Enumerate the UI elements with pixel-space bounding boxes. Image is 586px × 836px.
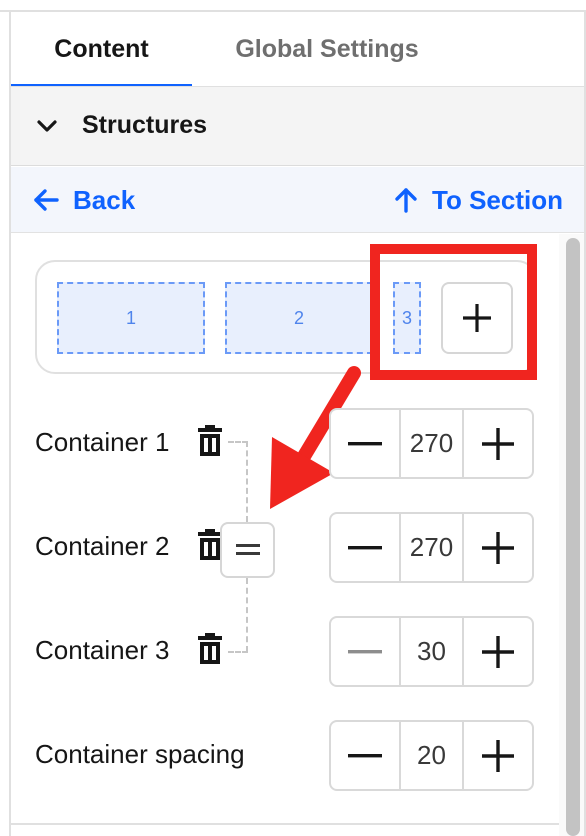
- connector-line: [246, 578, 248, 652]
- structures-accordion-header[interactable]: Structures: [11, 87, 584, 166]
- container-3-label: Container 3: [35, 635, 170, 665]
- container-1-value[interactable]: 270: [399, 410, 464, 477]
- tab-global-settings-label: Global Settings: [235, 35, 419, 63]
- container-3-value[interactable]: 30: [399, 618, 464, 685]
- container-3-stepper: 30: [329, 616, 534, 687]
- decrement-button[interactable]: [331, 410, 399, 477]
- drag-handle-icon: [235, 544, 260, 555]
- container-spacing-stepper: 20: [329, 720, 534, 791]
- column-slot-1[interactable]: 1: [57, 282, 205, 354]
- increment-button[interactable]: [464, 410, 532, 477]
- connector-line: [246, 441, 248, 522]
- decrement-button[interactable]: [331, 618, 399, 685]
- trash-icon[interactable]: [197, 425, 223, 457]
- annotation-highlight-box: [370, 244, 537, 380]
- minus-icon: [348, 441, 382, 445]
- to-section-link[interactable]: To Section: [394, 181, 563, 219]
- tab-bar: Content Global Settings: [11, 12, 584, 87]
- increment-button[interactable]: [464, 618, 532, 685]
- to-section-label: To Section: [432, 184, 563, 215]
- minus-icon: [348, 753, 382, 757]
- scrollbar-thumb[interactable]: [566, 238, 580, 836]
- container-2-label: Container 2: [35, 531, 170, 561]
- arrow-left-icon: [34, 189, 59, 211]
- bottom-divider: [11, 823, 559, 825]
- tab-global-settings[interactable]: Global Settings: [192, 12, 462, 87]
- decrement-button[interactable]: [331, 514, 399, 581]
- navigation-bar: Back To Section: [11, 167, 584, 233]
- minus-icon: [348, 649, 382, 653]
- back-link-label: Back: [73, 184, 136, 215]
- container-1-label: Container 1: [35, 427, 170, 457]
- plus-icon: [482, 531, 514, 564]
- container-2-stepper: 270: [329, 512, 534, 583]
- trash-icon[interactable]: [197, 633, 223, 665]
- column-slot-1-label: 1: [125, 307, 136, 328]
- decrement-button[interactable]: [331, 722, 399, 789]
- connector-line: [228, 651, 248, 653]
- container-spacing-label: Container spacing: [35, 739, 245, 769]
- plus-icon: [482, 739, 514, 772]
- increment-button[interactable]: [464, 722, 532, 789]
- increment-button[interactable]: [464, 514, 532, 581]
- arrow-up-icon: [395, 188, 417, 213]
- minus-icon: [348, 545, 382, 549]
- tab-content-label: Content: [54, 35, 149, 63]
- column-slot-2-label: 2: [293, 307, 304, 328]
- connector-line: [228, 441, 248, 443]
- page-frame: Content Global Settings Structures Back …: [0, 0, 586, 836]
- back-link[interactable]: Back: [33, 181, 135, 219]
- accordion-title: Structures: [82, 111, 208, 139]
- container-1-stepper: 270: [329, 408, 534, 479]
- chevron-down-icon: [37, 120, 57, 132]
- tab-content[interactable]: Content: [11, 12, 192, 87]
- plus-icon: [482, 635, 514, 668]
- plus-icon: [482, 427, 514, 460]
- drag-handle-button[interactable]: [220, 522, 275, 578]
- column-slot-2[interactable]: 2: [225, 282, 373, 354]
- container-2-value[interactable]: 270: [399, 514, 464, 581]
- container-spacing-value[interactable]: 20: [399, 722, 464, 789]
